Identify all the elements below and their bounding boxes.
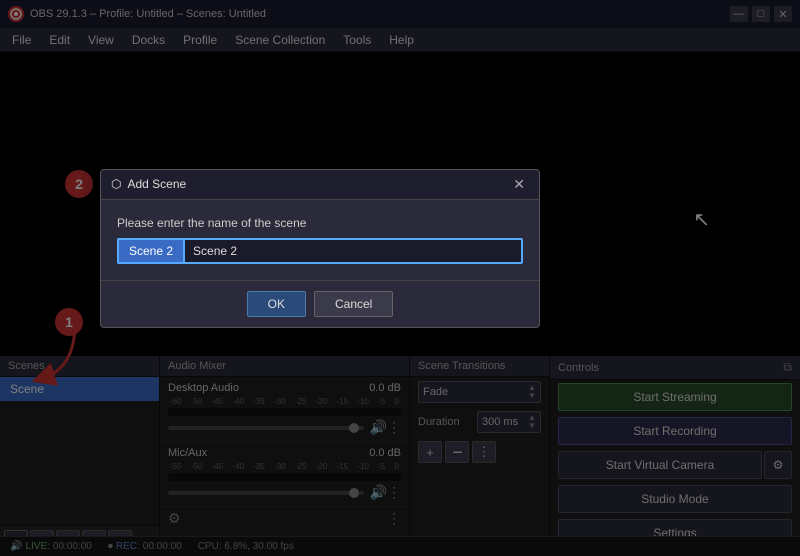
modal-ok-button[interactable]: OK (247, 291, 306, 317)
modal-input-row: Scene 2 (117, 238, 523, 264)
modal-title-text: Add Scene (127, 177, 186, 191)
modal-title-bar: ⬡ Add Scene ✕ (101, 170, 539, 200)
modal-label: Please enter the name of the scene (117, 216, 523, 230)
scene-name-tag: Scene 2 (117, 238, 183, 264)
scene-name-input[interactable] (183, 238, 523, 264)
modal-icon: ⬡ (111, 177, 121, 191)
modal-body: Please enter the name of the scene Scene… (101, 200, 539, 280)
add-scene-modal: ⬡ Add Scene ✕ Please enter the name of t… (100, 169, 540, 328)
modal-cancel-button[interactable]: Cancel (314, 291, 393, 317)
modal-footer: OK Cancel (101, 280, 539, 327)
modal-overlay: ⬡ Add Scene ✕ Please enter the name of t… (0, 0, 800, 556)
modal-close-button[interactable]: ✕ (509, 176, 529, 193)
modal-title: ⬡ Add Scene (111, 177, 186, 191)
